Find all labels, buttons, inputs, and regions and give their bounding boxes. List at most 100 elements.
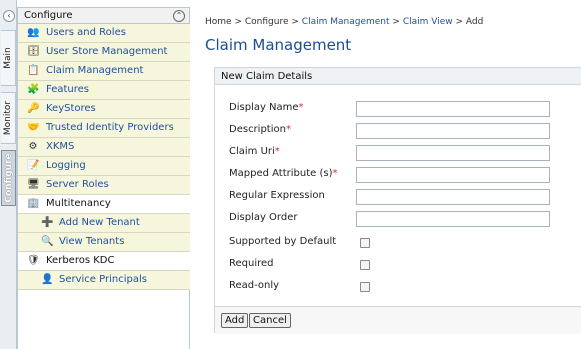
form-section-header: New Claim Details: [215, 68, 581, 85]
required-marker: *: [332, 168, 338, 179]
sidebar-item-multitenancy[interactable]: 🏢 Multitenancy: [18, 195, 190, 214]
mapped-attribute-row: Mapped Attribute (s)*: [229, 167, 569, 183]
display-order-row: Display Order: [229, 211, 569, 227]
breadcrumb-claim-view[interactable]: Claim View: [403, 17, 453, 27]
sidebar-item-server-roles[interactable]: 🖥 Server Roles: [18, 176, 190, 195]
view-tenants-icon: 🔍: [41, 236, 54, 247]
breadcrumb-configure: Configure: [244, 17, 289, 27]
tab-main-label: Main: [3, 47, 13, 69]
display-name-label: Display Name*: [229, 102, 304, 113]
regular-expression-input[interactable]: [356, 189, 550, 205]
required-marker: *: [274, 146, 280, 157]
server-roles-icon: 🖥: [27, 179, 40, 190]
breadcrumb-claim-management[interactable]: Claim Management: [302, 17, 390, 27]
description-input[interactable]: [356, 123, 550, 139]
sidebar-item-label: Claim Management: [46, 65, 144, 76]
read-only-label: Read-only: [229, 280, 280, 291]
description-label: Description*: [229, 124, 291, 135]
required-row: Required: [229, 257, 569, 273]
claim-uri-row: Claim Uri*: [229, 145, 569, 161]
sidebar-item-kerberos-kdc[interactable]: 🛡 Kerberos KDC: [18, 252, 190, 271]
sidebar-item-keystores[interactable]: 🔑 KeyStores: [18, 100, 190, 119]
handshake-icon: 🤝: [27, 122, 40, 133]
breadcrumb-home[interactable]: Home: [205, 17, 232, 27]
form-section-title: New Claim Details: [221, 71, 313, 82]
sidebar-item-label: XKMS: [46, 141, 75, 152]
new-claim-form: New Claim Details Display Name* Descript…: [214, 67, 581, 334]
breadcrumb-current: Add: [465, 17, 484, 27]
sidebar-item-label: User Store Management: [46, 46, 168, 57]
mapped-attribute-label: Mapped Attribute (s)*: [229, 168, 338, 179]
tab-main[interactable]: Main: [1, 30, 16, 86]
page-title: Claim Management: [205, 36, 352, 54]
supported-by-default-label: Supported by Default: [229, 236, 337, 247]
service-principal-icon: 👤: [41, 274, 54, 285]
required-label: Required: [229, 258, 274, 269]
add-tenant-icon: ➕: [41, 217, 54, 228]
multitenancy-icon: 🏢: [27, 198, 40, 209]
supported-by-default-row: Supported by Default: [229, 235, 569, 251]
side-tab-strip: ‹ Main Monitor Configure: [0, 0, 17, 349]
collapse-sidebar-icon[interactable]: ‹: [3, 10, 15, 22]
mapped-attribute-input[interactable]: [356, 167, 550, 183]
sidebar-item-view-tenants[interactable]: 🔍 View Tenants: [18, 233, 190, 252]
tab-configure[interactable]: Configure: [1, 150, 16, 206]
features-icon: 🧩: [27, 84, 40, 95]
required-marker: *: [285, 124, 291, 135]
xkms-icon: ⚙: [28, 141, 38, 152]
menu-header: Configure ⌃: [18, 7, 189, 24]
kerberos-icon: 🛡: [27, 255, 40, 266]
supported-by-default-checkbox[interactable]: [360, 238, 370, 248]
sidebar-item-claim-management[interactable]: 📋 Claim Management: [18, 62, 190, 81]
sidebar-item-label: Multitenancy: [46, 198, 111, 209]
sidebar-item-label: Add New Tenant: [59, 217, 140, 228]
sidebar-item-service-principals[interactable]: 👤 Service Principals: [18, 271, 190, 290]
configure-menu: Configure ⌃ 👥 Users and Roles 🗄 User Sto…: [17, 7, 190, 349]
claim-icon: 📋: [27, 65, 40, 76]
sidebar-item-add-new-tenant[interactable]: ➕ Add New Tenant: [18, 214, 190, 233]
sidebar-item-label: Logging: [46, 160, 86, 171]
users-icon: 👥: [27, 27, 40, 38]
sidebar-item-label: Features: [46, 84, 89, 95]
sidebar-item-label: Server Roles: [46, 179, 109, 190]
sidebar-item-label: Kerberos KDC: [46, 255, 115, 266]
tab-monitor-label: Monitor: [3, 100, 13, 136]
description-row: Description*: [229, 123, 569, 139]
claim-uri-input[interactable]: [356, 145, 550, 161]
key-icon: 🔑: [27, 103, 40, 114]
menu-title: Configure: [24, 10, 73, 21]
cancel-button[interactable]: Cancel: [249, 313, 291, 328]
form-button-bar: Add Cancel: [215, 306, 581, 334]
sidebar-item-users-and-roles[interactable]: 👥 Users and Roles: [18, 24, 190, 43]
display-name-row: Display Name*: [229, 101, 569, 117]
display-order-label: Display Order: [229, 212, 298, 223]
display-name-input[interactable]: [356, 101, 550, 117]
collapse-menu-icon[interactable]: ⌃: [173, 10, 185, 22]
breadcrumb-separator: >: [392, 17, 400, 27]
user-store-icon: 🗄: [27, 46, 40, 57]
breadcrumb-separator: >: [455, 17, 464, 27]
sidebar-item-features[interactable]: 🧩 Features: [18, 81, 190, 100]
regular-expression-label: Regular Expression: [229, 190, 325, 201]
sidebar-item-user-store-management[interactable]: 🗄 User Store Management: [18, 43, 190, 62]
sidebar-item-label: Trusted Identity Providers: [46, 122, 174, 133]
sidebar-item-trusted-identity-providers[interactable]: 🤝 Trusted Identity Providers: [18, 119, 190, 138]
main-content: Home > Configure > Claim Management > Cl…: [191, 0, 581, 349]
read-only-row: Read-only: [229, 279, 569, 295]
tab-configure-label: Configure: [3, 153, 14, 203]
breadcrumb-separator: >: [234, 17, 242, 27]
display-order-input[interactable]: [356, 211, 550, 227]
breadcrumb: Home > Configure > Claim Management > Cl…: [205, 17, 483, 27]
regular-expression-row: Regular Expression: [229, 189, 569, 205]
claim-uri-label: Claim Uri*: [229, 146, 280, 157]
required-checkbox[interactable]: [360, 260, 370, 270]
sidebar-item-logging[interactable]: 📝 Logging: [18, 157, 190, 176]
read-only-checkbox[interactable]: [360, 282, 370, 292]
sidebar-item-label: Service Principals: [59, 274, 147, 285]
add-button[interactable]: Add: [221, 313, 249, 328]
breadcrumb-separator: >: [291, 17, 299, 27]
required-marker: *: [298, 102, 304, 113]
tab-monitor[interactable]: Monitor: [1, 92, 16, 144]
sidebar-item-label: KeyStores: [46, 103, 96, 114]
sidebar-item-xkms[interactable]: ⚙ XKMS: [18, 138, 190, 157]
